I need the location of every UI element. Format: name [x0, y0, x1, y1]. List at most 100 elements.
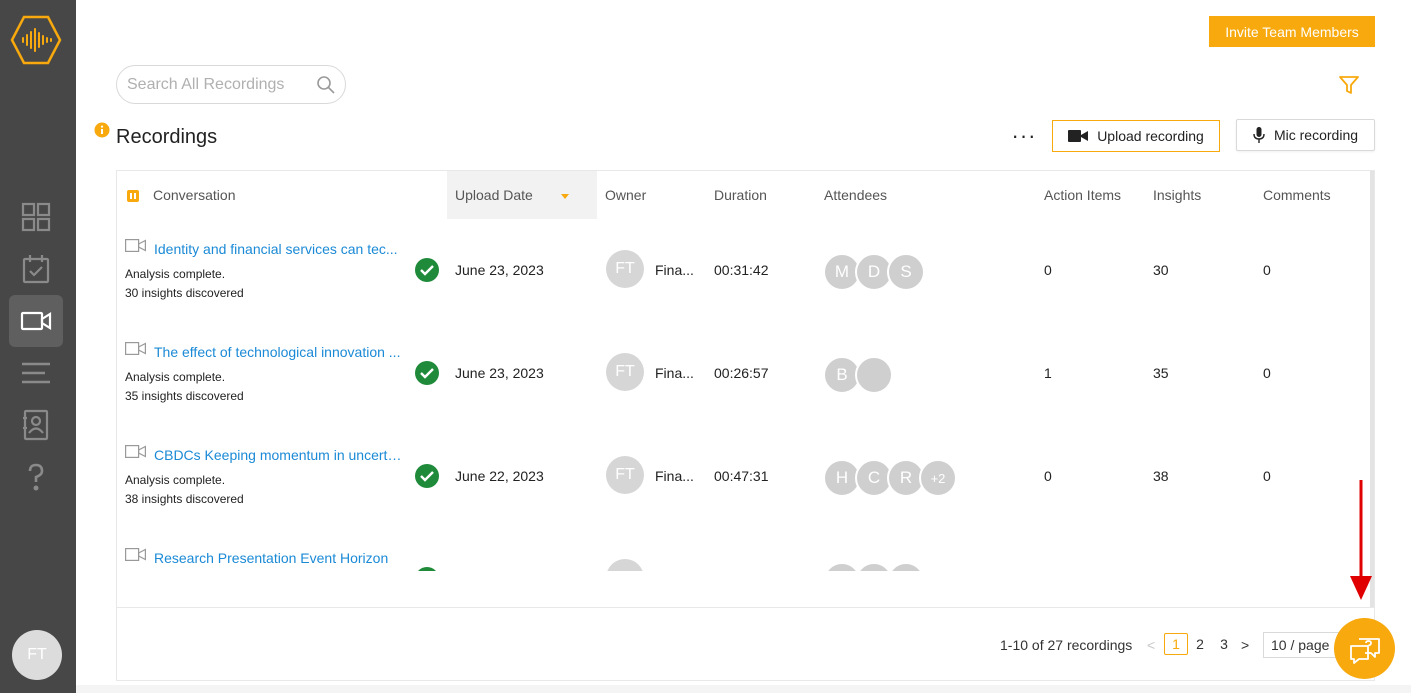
- owner-name: Fina...: [655, 468, 694, 484]
- page-button-1[interactable]: 1: [1164, 633, 1188, 655]
- info-icon[interactable]: [94, 122, 110, 138]
- pagination-summary: 1-10 of 27 recordings: [1000, 637, 1133, 653]
- column-header-duration[interactable]: Duration: [714, 171, 767, 219]
- owner-avatar: FT: [606, 456, 644, 494]
- attendee-avatar[interactable]: [855, 356, 893, 394]
- search-box: [116, 65, 346, 104]
- column-header-label: Action Items: [1044, 187, 1122, 203]
- nav-help[interactable]: [9, 451, 63, 503]
- attendee-avatar[interactable]: [823, 562, 861, 571]
- search-icon[interactable]: [316, 75, 336, 95]
- nav-list[interactable]: [9, 347, 63, 399]
- owner-name: Fina...: [655, 365, 694, 381]
- video-camera-icon: [125, 548, 146, 561]
- page-title: Recordings: [116, 126, 218, 148]
- owner-avatar: [606, 559, 644, 571]
- video-camera-icon: [1068, 130, 1089, 142]
- conversation-title-link[interactable]: Research Presentation Event Horizon: [154, 550, 406, 566]
- previous-page-button[interactable]: <: [1147, 637, 1155, 653]
- column-header-label: Conversation: [153, 187, 236, 203]
- upload-recording-button[interactable]: Upload recording: [1052, 120, 1220, 152]
- owner-avatar: FT: [606, 250, 644, 288]
- sort-descending-icon[interactable]: [560, 194, 569, 199]
- invite-team-members-button[interactable]: Invite Team Members: [1209, 16, 1375, 47]
- conversation-title-link[interactable]: Identity and financial services can tec.…: [154, 241, 406, 257]
- check-circle-icon: [415, 258, 439, 282]
- column-header-insights[interactable]: Insights: [1153, 171, 1201, 219]
- upload-date: June 22, 2023: [455, 468, 544, 484]
- insights-count: 35: [1153, 365, 1169, 381]
- conversation-title-link[interactable]: The effect of technological innovation .…: [154, 344, 406, 360]
- video-camera-icon: [20, 311, 52, 331]
- owner-avatar: FT: [606, 353, 644, 391]
- page-size-select[interactable]: 10 / page: [1263, 632, 1339, 658]
- nav-recordings[interactable]: [9, 295, 63, 347]
- question-mark-icon: [28, 463, 44, 491]
- nav-dashboard[interactable]: [9, 191, 63, 243]
- column-header-label: Owner: [605, 187, 647, 203]
- next-page-button[interactable]: >: [1241, 637, 1249, 653]
- action-items-count: 0: [1044, 262, 1052, 278]
- upload-date: June 23, 2023: [455, 262, 544, 278]
- analysis-status: Analysis complete.: [125, 473, 226, 487]
- attendee-avatar[interactable]: [887, 562, 925, 571]
- table-row[interactable]: The effect of technological innovation .…: [117, 322, 1370, 425]
- red-arrow-annotation-icon: [1350, 480, 1372, 600]
- column-header-upload-date[interactable]: Upload Date: [447, 171, 597, 219]
- insights-discovered: 30 insights discovered: [125, 286, 244, 300]
- more-options-button[interactable]: ···: [1008, 121, 1040, 151]
- duration: 00:26:57: [714, 365, 769, 381]
- column-header-label: Attendees: [824, 187, 888, 203]
- contacts-icon: [23, 409, 49, 441]
- search-input[interactable]: [127, 75, 307, 94]
- check-circle-icon: [415, 567, 439, 571]
- column-header-comments[interactable]: Comments: [1263, 171, 1331, 219]
- page-button-2[interactable]: 2: [1188, 633, 1212, 655]
- insights-count: 38: [1153, 468, 1169, 484]
- column-header-owner[interactable]: Owner: [605, 171, 646, 219]
- insights-discovered: 38 insights discovered: [125, 492, 244, 506]
- help-chat-button[interactable]: [1334, 618, 1395, 679]
- owner-name: Fina...: [655, 262, 694, 278]
- comments-count: 0: [1263, 365, 1271, 381]
- column-header-action-items[interactable]: Action Items: [1044, 171, 1121, 219]
- column-header-label: Comments: [1263, 187, 1331, 203]
- nav-contacts[interactable]: [9, 399, 63, 451]
- analysis-status: Analysis complete.: [125, 370, 226, 384]
- soundwave-hexagon-logo[interactable]: [10, 14, 62, 66]
- calendar-check-icon: [22, 255, 50, 284]
- table-header: Conversation Upload Date Owner Duration …: [117, 171, 1374, 219]
- video-camera-icon: [125, 342, 146, 355]
- page-button-3[interactable]: 3: [1212, 633, 1236, 655]
- sidebar: FT: [0, 0, 76, 693]
- check-circle-icon: [415, 464, 439, 488]
- video-camera-icon: [125, 239, 146, 252]
- duration: 00:31:42: [714, 262, 769, 278]
- bottom-strip: [76, 685, 1411, 693]
- table-row[interactable]: Identity and financial services can tec.…: [117, 219, 1370, 322]
- insights-count: 30: [1153, 262, 1169, 278]
- attendee-avatar[interactable]: S: [887, 253, 925, 291]
- column-header-label: Upload Date: [455, 187, 533, 203]
- comments-count: 0: [1263, 262, 1271, 278]
- more-attendees-badge[interactable]: +2: [919, 459, 957, 497]
- column-header-conversation[interactable]: Conversation: [117, 171, 447, 219]
- check-circle-icon: [415, 361, 439, 385]
- mic-recording-button[interactable]: Mic recording: [1236, 119, 1375, 151]
- divider: [117, 607, 1374, 608]
- filter-icon[interactable]: [1338, 74, 1360, 96]
- nav-tasks[interactable]: [9, 243, 63, 295]
- table-row[interactable]: Research Presentation Event Horizon: [117, 528, 1370, 571]
- conversation-title-link[interactable]: CBDCs Keeping momentum in uncerta...: [154, 447, 406, 463]
- attendee-avatar[interactable]: [855, 562, 893, 571]
- column-header-attendees[interactable]: Attendees: [824, 171, 887, 219]
- table-row[interactable]: CBDCs Keeping momentum in uncerta... Ana…: [117, 425, 1370, 528]
- duration: 00:47:31: [714, 468, 769, 484]
- main-content: Invite Team Members Recordings ··· Uploa…: [76, 0, 1411, 693]
- microphone-icon: [1253, 127, 1265, 143]
- column-settings-icon[interactable]: [127, 190, 139, 202]
- insights-discovered: 35 insights discovered: [125, 389, 244, 403]
- grid-icon: [21, 202, 51, 232]
- user-avatar[interactable]: FT: [12, 630, 62, 680]
- list-icon: [22, 362, 50, 384]
